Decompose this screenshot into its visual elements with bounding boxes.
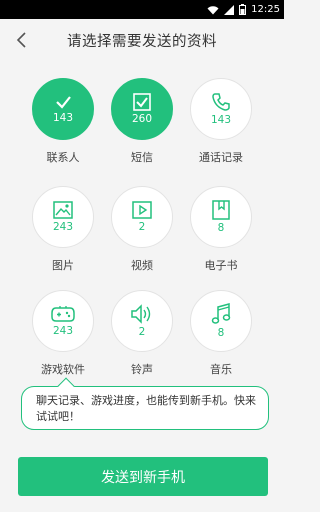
item-circle: 2 [111,290,173,352]
checkmark-icon [56,96,71,109]
item-label: 通话记录 [199,151,243,164]
signal-icon [224,4,235,15]
item-circle: 8 [190,186,252,248]
item-games[interactable]: 243 游戏软件 [18,290,108,380]
page-title: 请选择需要发送的资料 [67,33,217,50]
item-circle: 143 [190,78,252,140]
item-label: 游戏软件 [41,363,85,376]
item-sms[interactable]: 260 短信 [97,78,187,168]
status-time: 12:25 [251,4,280,15]
item-count: 8 [217,222,225,235]
item-count: 2 [138,221,146,234]
item-circle: 243 [32,290,94,352]
wifi-icon [207,5,219,15]
battery-icon [239,4,247,15]
item-count: 143 [210,114,232,127]
gamepad-icon [51,306,75,322]
item-circle: 143 [32,78,94,140]
ebook-icon [212,200,230,220]
item-label: 联系人 [46,151,80,164]
item-label: 电子书 [204,259,238,272]
back-button[interactable] [10,28,34,52]
item-count: 143 [52,112,74,125]
item-ringtones[interactable]: 2 铃声 [97,290,187,380]
item-count: 8 [217,327,225,340]
header: 请选择需要发送的资料 [0,19,284,61]
item-count: 2 [138,326,146,339]
item-images[interactable]: 243 图片 [18,186,108,276]
item-circle: 260 [111,78,173,140]
item-circle: 2 [111,186,173,248]
item-music[interactable]: 8 音乐 [176,290,266,380]
status-bar: 12:25 [0,0,284,19]
item-label: 短信 [131,151,153,164]
item-circle: 8 [190,290,252,352]
tooltip-bubble: 聊天记录、游戏进度，也能传到新手机。快来试试吧！ [21,377,269,430]
item-label: 铃声 [131,363,153,376]
tooltip-arrow [57,377,75,395]
tooltip-text: 聊天记录、游戏进度，也能传到新手机。快来试试吧！ [36,394,256,423]
item-count: 243 [52,325,74,338]
item-circle: 243 [32,186,94,248]
phone-icon [212,93,230,112]
speaker-icon [131,304,151,325]
item-count: 260 [131,113,153,126]
item-contacts[interactable]: 143 联系人 [18,78,108,168]
image-icon [53,201,73,219]
item-video[interactable]: 2 视频 [97,186,187,276]
item-call-log[interactable]: 143 通话记录 [176,78,266,168]
item-ebook[interactable]: 8 电子书 [176,186,266,276]
item-count: 243 [52,221,74,234]
item-label: 音乐 [210,363,232,376]
video-play-icon [132,201,152,219]
send-to-new-phone-button[interactable]: 发送到新手机 [18,457,268,496]
chevron-left-icon [16,32,26,48]
checkbox-icon [133,93,151,112]
item-label: 图片 [52,259,74,272]
music-note-icon [211,303,231,324]
item-label: 视频 [131,259,153,272]
